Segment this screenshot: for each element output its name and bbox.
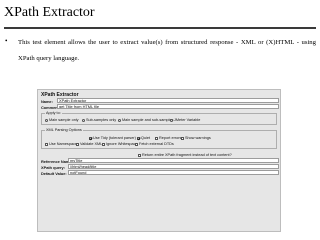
checkbox-icon xyxy=(45,142,48,146)
apply-option-label: Main sample and sub-samples xyxy=(122,118,174,122)
checkbox-checked-icon xyxy=(137,136,140,140)
checkbox-label: Show warnings xyxy=(185,136,211,140)
checkbox-label: Ignore Whitespace xyxy=(106,142,138,146)
use-namespaces-checkbox[interactable]: Use Namespaces xyxy=(45,142,79,146)
title-divider xyxy=(4,27,316,29)
xml-parsing-options-group: XML Parsing Options Use Tidy (tolerant p… xyxy=(41,128,277,149)
apply-main-and-sub-radio[interactable]: Main sample and sub-samples xyxy=(118,118,174,122)
xpath-query-label: XPath query: xyxy=(41,165,65,170)
default-value-field[interactable]: notFound xyxy=(68,170,279,175)
bullet-icon: • xyxy=(5,37,8,45)
radio-selected-icon xyxy=(45,118,48,122)
checkbox-icon xyxy=(102,142,105,146)
checkbox-label: Quiet xyxy=(141,136,151,140)
default-value-label: Default Value: xyxy=(41,171,67,176)
xml-parsing-options-title: XML Parsing Options xyxy=(45,128,83,132)
report-errors-checkbox[interactable]: Report errors xyxy=(155,136,181,140)
xpath-query-field[interactable]: //html/head/title xyxy=(68,164,279,169)
apply-sub-samples-radio[interactable]: Sub-samples only xyxy=(82,118,116,122)
use-tidy-checkbox[interactable]: Use Tidy (tolerant parser) xyxy=(89,136,136,140)
name-field[interactable]: XPath Extractor xyxy=(57,98,279,103)
checkbox-icon xyxy=(135,142,138,146)
checkbox-label: Validate XML xyxy=(80,142,103,146)
checkbox-icon xyxy=(76,142,79,146)
slide-title: XPath Extractor xyxy=(4,5,95,20)
apply-main-sample-radio[interactable]: Main sample only xyxy=(45,118,79,122)
apply-jmeter-variable-radio[interactable]: JMeter Variable xyxy=(170,118,200,122)
apply-option-label: Main sample only xyxy=(49,118,79,122)
radio-icon xyxy=(118,118,121,122)
ignore-whitespace-checkbox[interactable]: Ignore Whitespace xyxy=(102,142,138,146)
checkbox-label: Fetch external DTDs xyxy=(139,142,174,146)
radio-icon xyxy=(82,118,85,122)
checkbox-icon xyxy=(138,153,141,157)
xpath-extractor-panel: XPath Extractor Name: XPath Extractor Co… xyxy=(37,89,281,232)
apply-option-label: Sub-samples only xyxy=(86,118,117,122)
comments-field[interactable]: get Title from HTML file xyxy=(57,104,279,109)
apply-to-title: Apply to: xyxy=(45,111,62,115)
radio-icon xyxy=(170,118,173,122)
checkbox-checked-icon xyxy=(89,136,92,140)
checkbox-label: Use Namespaces xyxy=(49,142,79,146)
apply-option-label: JMeter Variable xyxy=(174,118,201,122)
reference-name-field[interactable]: myTitle xyxy=(68,158,279,163)
description-text: This test element allows the user to ext… xyxy=(18,39,316,62)
checkbox-icon xyxy=(155,136,158,140)
return-fragment-checkbox[interactable]: Return entire XPath fragment instead of … xyxy=(138,153,232,157)
name-label: Name: xyxy=(41,99,53,104)
fetch-external-dtds-checkbox[interactable]: Fetch external DTDs xyxy=(135,142,174,146)
apply-to-group: Apply to: Main sample only Sub-samples o… xyxy=(41,111,277,125)
quiet-checkbox[interactable]: Quiet xyxy=(137,136,150,140)
validate-xml-checkbox[interactable]: Validate XML xyxy=(76,142,102,146)
checkbox-label: Use Tidy (tolerant parser) xyxy=(93,136,136,140)
checkbox-label: Report errors xyxy=(159,136,182,140)
checkbox-icon xyxy=(181,136,184,140)
checkbox-label: Return entire XPath fragment instead of … xyxy=(142,153,232,157)
show-warnings-checkbox[interactable]: Show warnings xyxy=(181,136,211,140)
